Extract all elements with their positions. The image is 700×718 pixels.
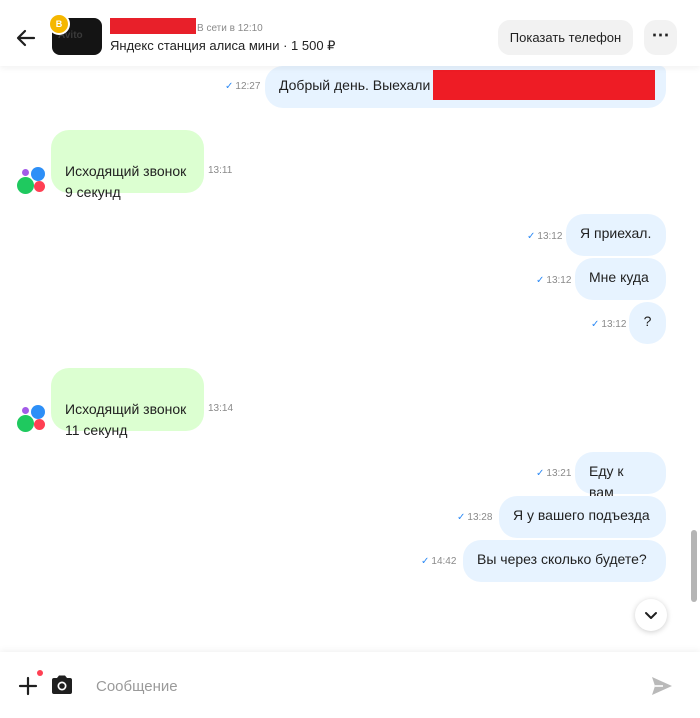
message-input[interactable] (94, 671, 628, 701)
redacted-text (433, 70, 655, 100)
message-bubble-outgoing[interactable]: ? (629, 302, 666, 344)
send-icon[interactable] (651, 676, 673, 696)
read-check-icon: ✓ (421, 556, 430, 567)
chat-scrollbar[interactable] (690, 66, 698, 652)
seller-badge: B (48, 13, 70, 35)
message-text: Еду к вам (589, 463, 624, 500)
redacted-username (110, 18, 196, 34)
read-check-icon: ✓ (536, 468, 545, 479)
message-time: ✓ 13:12 (591, 319, 627, 330)
call-bubble[interactable]: Исходящий звонок 11 секунд (51, 368, 204, 438)
read-check-icon: ✓ (591, 319, 600, 330)
contact-avatar-icon (17, 405, 47, 435)
contact-avatar-icon (17, 167, 47, 197)
camera-icon[interactable] (50, 674, 74, 696)
read-check-icon: ✓ (225, 81, 234, 92)
more-options-button[interactable]: ⋯ (644, 20, 677, 55)
message-time: ✓ 13:12 (536, 275, 572, 286)
message-time: ✓ 13:12 (527, 231, 563, 242)
message-text: Вы через сколько будете? (477, 551, 647, 567)
message-bubble-outgoing[interactable]: Еду к вам (575, 452, 666, 500)
message-bubble-outgoing[interactable]: Я приехал. (566, 214, 666, 256)
chat-header: Avito B В сети в 12:10 Яндекс станция ал… (0, 0, 700, 66)
message-time: 13:14 (208, 403, 234, 414)
message-time: ✓ 13:21 (536, 468, 572, 479)
scroll-to-bottom-button[interactable] (635, 599, 667, 631)
scrollbar-thumb[interactable] (691, 530, 697, 602)
message-text: Я у вашего подъезда (513, 507, 650, 523)
message-text: Добрый день. Выехали к (279, 77, 441, 93)
plus-icon[interactable] (16, 674, 40, 698)
message-text: Мне куда (589, 269, 649, 285)
read-check-icon: ✓ (536, 275, 545, 286)
listing-title[interactable]: Яндекс станция алиса мини · 1 500 ₽ (110, 38, 335, 54)
message-time: ✓ 12:27 (225, 81, 261, 92)
read-check-icon: ✓ (527, 231, 536, 242)
message-time: 13:11 (208, 165, 233, 176)
notification-dot (37, 670, 43, 676)
back-arrow-icon[interactable] (14, 26, 38, 50)
call-text: Исходящий звонок 11 секунд (65, 401, 187, 438)
message-text: Я приехал. (580, 225, 652, 241)
read-check-icon: ✓ (457, 512, 466, 523)
chevron-down-icon (645, 612, 657, 619)
message-bubble-outgoing[interactable]: Мне куда (575, 258, 666, 300)
message-bubble-outgoing[interactable]: Я у вашего подъезда (499, 496, 666, 538)
online-status: В сети в 12:10 (197, 23, 263, 34)
message-list[interactable]: ✓ 12:27 Добрый день. Выехали к Исходящий … (0, 66, 688, 652)
message-time: ✓ 14:42 (421, 556, 457, 567)
call-bubble[interactable]: Исходящий звонок 9 секунд (51, 130, 204, 200)
message-time: ✓ 13:28 (457, 512, 493, 523)
message-bubble-outgoing[interactable]: Вы через сколько будете? (463, 540, 666, 582)
show-phone-button[interactable]: Показать телефон (498, 20, 633, 55)
message-text: ? (643, 313, 652, 329)
call-text: Исходящий звонок 9 секунд (65, 163, 187, 200)
more-dots-icon: ⋯ (651, 25, 670, 45)
message-bubble-outgoing[interactable]: Добрый день. Выехали к (265, 66, 666, 108)
